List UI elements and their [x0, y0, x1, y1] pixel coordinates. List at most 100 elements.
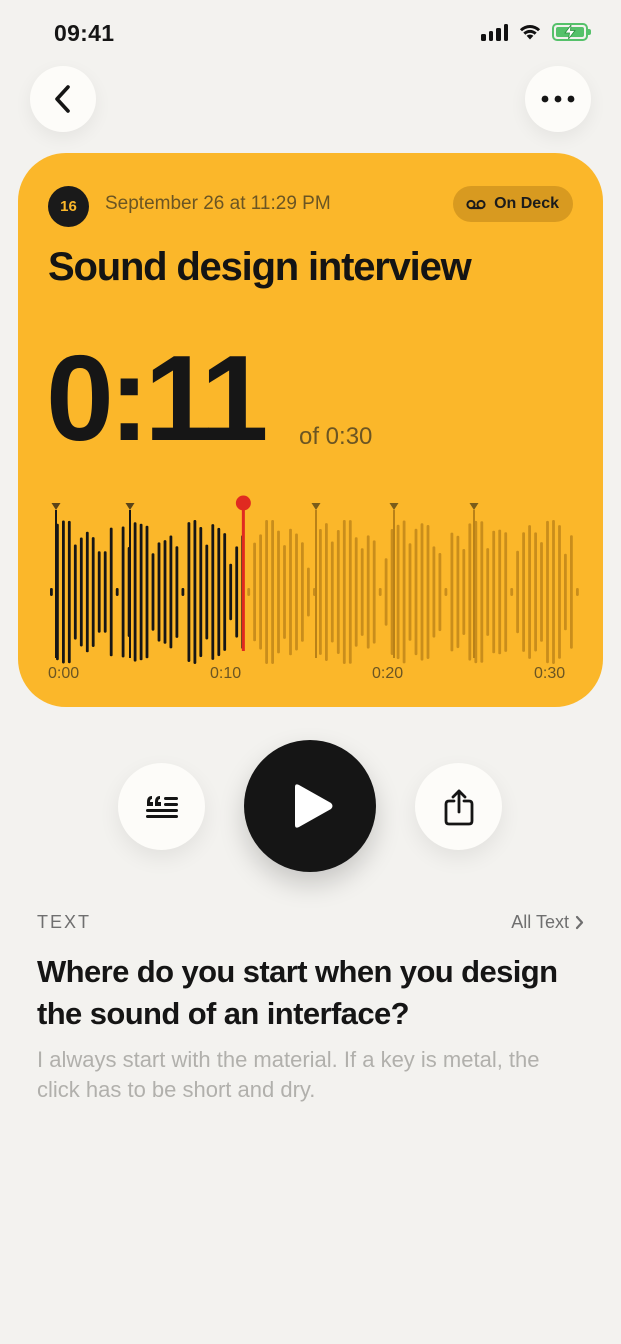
waveform-bar: [277, 530, 280, 654]
waveform-bar: [492, 530, 496, 654]
all-text-link[interactable]: All Text: [511, 912, 584, 933]
waveform-bar: [576, 588, 579, 596]
waveform-bar: [522, 532, 525, 652]
waveform-bar: [486, 548, 490, 636]
transcript-icon: [145, 795, 178, 818]
waveform-bar: [480, 521, 484, 663]
play-icon: [295, 784, 333, 828]
transcript-button[interactable]: [118, 763, 205, 850]
cellular-signal-icon: [481, 23, 508, 41]
waveform-bar: [85, 531, 89, 653]
share-icon: [444, 789, 473, 825]
waveform-bar: [139, 523, 143, 661]
transcript-answer: I always start with the material. If a k…: [37, 1047, 540, 1102]
waveform-bar: [468, 523, 472, 661]
waveform-bar: [408, 543, 412, 641]
bookmark-marker[interactable]: [125, 503, 135, 510]
waveform-bar: [235, 546, 239, 638]
waveform-bar: [247, 588, 251, 596]
waveform-bar: [289, 528, 292, 656]
waveform-bar: [223, 533, 227, 651]
chevron-right-icon: [575, 915, 584, 930]
waveform-bar: [552, 520, 555, 664]
bookmark-line: [315, 510, 317, 658]
waveform-bar: [193, 520, 197, 664]
screen: 09:41 16 September 26 at 11:29 PM On Dec…: [0, 0, 621, 1344]
waveform-bar: [181, 588, 185, 596]
waveform-bar: [378, 588, 382, 596]
transcript-question: Where do you start when you design the s…: [37, 954, 558, 1031]
waveform-bar: [366, 535, 370, 649]
waveform-bar: [348, 520, 352, 664]
waveform-bar: [133, 522, 137, 662]
waveform-bar: [175, 546, 179, 638]
status-time: 09:41: [54, 20, 115, 46]
waveform-bar: [384, 558, 388, 626]
battery-icon: [552, 22, 591, 41]
share-button[interactable]: [415, 763, 502, 850]
waveform-bar: [570, 535, 573, 649]
waveform-bar: [151, 553, 155, 631]
waveform-bar: [211, 524, 215, 660]
waveform-bar: [187, 522, 191, 662]
waveform-bar: [325, 523, 328, 661]
waveform-bar: [163, 540, 167, 644]
waveform-bar: [103, 551, 107, 633]
bookmark-line: [55, 510, 57, 658]
bookmark-marker[interactable]: [311, 503, 321, 510]
recording-card[interactable]: 16 September 26 at 11:29 PM On Deck Soun…: [18, 153, 603, 707]
bookmark-line: [129, 510, 131, 658]
waveform-bar: [558, 525, 561, 659]
waveform-bar: [97, 551, 101, 633]
waveform-bar: [79, 537, 83, 647]
waveform-bar: [205, 544, 209, 640]
bookmark-marker[interactable]: [469, 503, 479, 510]
waveform-bar: [283, 545, 286, 639]
playhead-line[interactable]: [241, 503, 245, 651]
bookmark-line: [473, 510, 475, 658]
waveform-bar: [169, 535, 173, 649]
waveform-bar: [534, 532, 537, 652]
waveform-bar: [121, 526, 125, 658]
waveform-bar: [229, 563, 233, 621]
bookmark-marker[interactable]: [389, 503, 399, 510]
play-button[interactable]: [244, 740, 376, 872]
waveform-bar: [115, 588, 119, 596]
waveform-bar: [301, 542, 304, 642]
waveform-bar: [516, 550, 519, 634]
waveform-bar: [504, 532, 508, 652]
waveform-bar: [342, 520, 346, 664]
waveform-bar: [354, 537, 358, 647]
time-axis-label: 0:10: [210, 665, 241, 682]
waveform-bar: [307, 567, 310, 617]
all-text-label: All Text: [511, 912, 569, 932]
waveform-bar: [420, 523, 424, 661]
bookmark-line: [393, 510, 395, 658]
waveform-bar: [217, 527, 221, 657]
waveform-bar: [396, 524, 400, 660]
waveform[interactable]: 0:00 0:10 0:20 0:30: [18, 153, 603, 707]
playhead-handle[interactable]: [235, 495, 251, 511]
waveform-bar: [91, 537, 95, 647]
waveform-bar: [528, 525, 531, 659]
waveform-bar: [330, 541, 334, 643]
waveform-bar: [540, 542, 543, 642]
time-axis-label: 0:20: [372, 665, 403, 682]
waveform-bar: [564, 553, 567, 631]
waveform-bar: [145, 525, 149, 659]
waveform-bar: [498, 529, 502, 655]
waveform-bar: [259, 534, 262, 650]
waveform-bar: [426, 525, 430, 659]
more-options-button[interactable]: [525, 66, 591, 132]
text-section-label: TEXT: [37, 912, 92, 932]
waveform-bar: [109, 527, 113, 657]
waveform-bar: [50, 588, 53, 596]
bookmark-marker[interactable]: [51, 503, 61, 510]
waveform-bar: [265, 520, 268, 664]
waveform-bar: [157, 542, 161, 642]
waveform-bar: [444, 588, 448, 596]
waveform-bar: [450, 532, 454, 652]
waveform-bar: [62, 520, 65, 664]
back-button[interactable]: [30, 66, 96, 132]
waveform-bar: [360, 548, 364, 636]
